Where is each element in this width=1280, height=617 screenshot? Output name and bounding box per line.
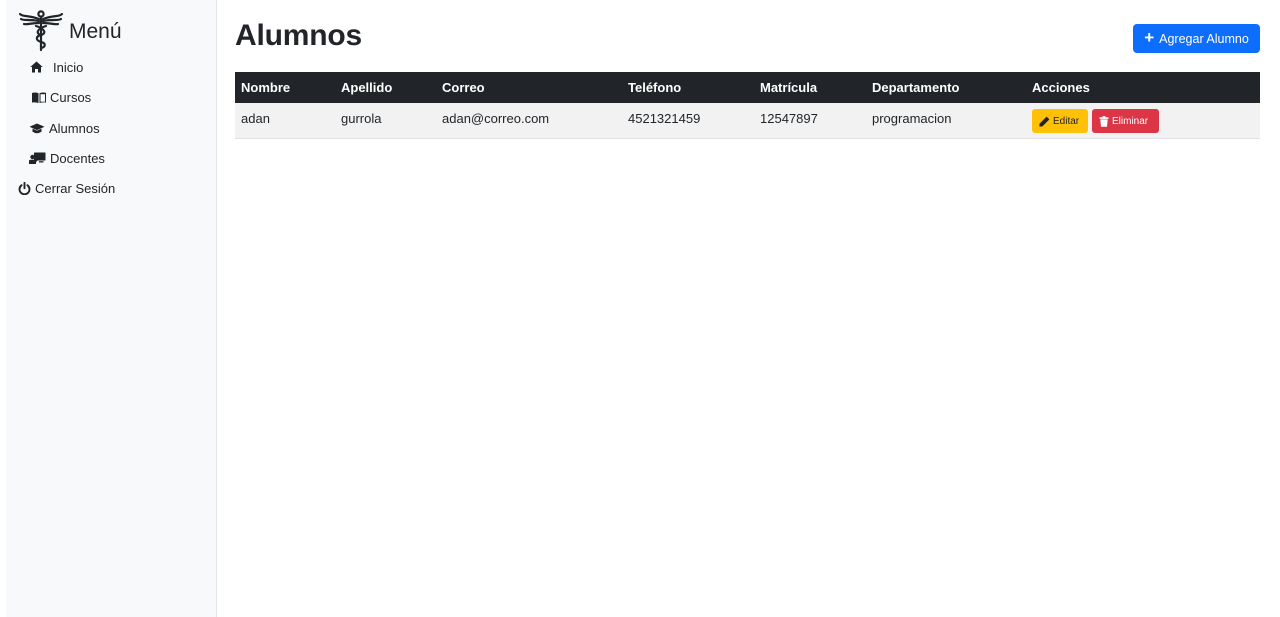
table-header: Nombre Apellido Correo Teléfono Matrícul… xyxy=(235,72,1260,103)
cell-nombre: adan xyxy=(241,111,270,126)
column-header-acciones: Acciones xyxy=(1032,80,1090,95)
add-student-button-label: Agregar Alumno xyxy=(1159,31,1249,46)
edit-button[interactable]: Editar xyxy=(1032,109,1088,133)
power-icon xyxy=(18,181,31,195)
students-table: Nombre Apellido Correo Teléfono Matrícul… xyxy=(235,72,1260,139)
sidebar-item-label: Alumnos xyxy=(49,120,100,136)
chalkboard-teacher-icon xyxy=(29,152,46,164)
home-icon xyxy=(30,61,43,73)
sidebar-item-inicio[interactable]: Inicio xyxy=(30,58,83,76)
sidebar-item-label: Cursos xyxy=(50,89,92,105)
book-icon xyxy=(32,92,46,103)
sidebar-item-docentes[interactable]: Docentes xyxy=(29,149,105,167)
add-student-button[interactable]: + Agregar Alumno xyxy=(1133,24,1260,53)
delete-button[interactable]: Eliminar xyxy=(1092,109,1159,133)
cell-telefono: 4521321459 xyxy=(628,111,701,126)
trash-icon xyxy=(1099,115,1109,127)
page-title: Alumnos xyxy=(235,19,362,52)
table-row: adan gurrola adan@correo.com 4521321459 … xyxy=(235,103,1260,139)
sidebar-title: Menú xyxy=(69,20,122,43)
column-header-matricula: Matrícula xyxy=(760,80,818,95)
column-header-telefono: Teléfono xyxy=(628,80,682,95)
cell-departamento: programacion xyxy=(872,111,952,126)
column-header-departamento: Departamento xyxy=(872,80,960,95)
cell-apellido: gurrola xyxy=(341,111,382,126)
sidebar-item-label: Inicio xyxy=(53,59,84,75)
cell-matricula: 12547897 xyxy=(760,111,818,126)
graduation-cap-icon xyxy=(29,123,45,134)
sidebar-item-cerrar-sesion[interactable]: Cerrar Sesión xyxy=(18,179,115,197)
column-header-nombre: Nombre xyxy=(241,80,291,95)
pencil-icon xyxy=(1039,116,1050,127)
sidebar-item-alumnos[interactable]: Alumnos xyxy=(29,119,100,137)
sidebar-item-cursos[interactable]: Cursos xyxy=(32,88,91,106)
sidebar: Menú Inicio Cursos Alumnos Docentes Cerr… xyxy=(6,0,217,617)
plus-icon: + xyxy=(1144,28,1155,47)
cell-correo: adan@correo.com xyxy=(442,111,550,126)
edit-button-label: Editar xyxy=(1053,115,1080,127)
delete-button-label: Eliminar xyxy=(1112,115,1149,127)
column-header-correo: Correo xyxy=(442,80,485,95)
sidebar-item-label: Docentes xyxy=(50,150,105,166)
caduceus-logo-icon xyxy=(18,10,64,52)
sidebar-brand: Menú xyxy=(18,10,122,52)
column-header-apellido: Apellido xyxy=(341,80,393,95)
sidebar-item-label: Cerrar Sesión xyxy=(35,180,116,196)
